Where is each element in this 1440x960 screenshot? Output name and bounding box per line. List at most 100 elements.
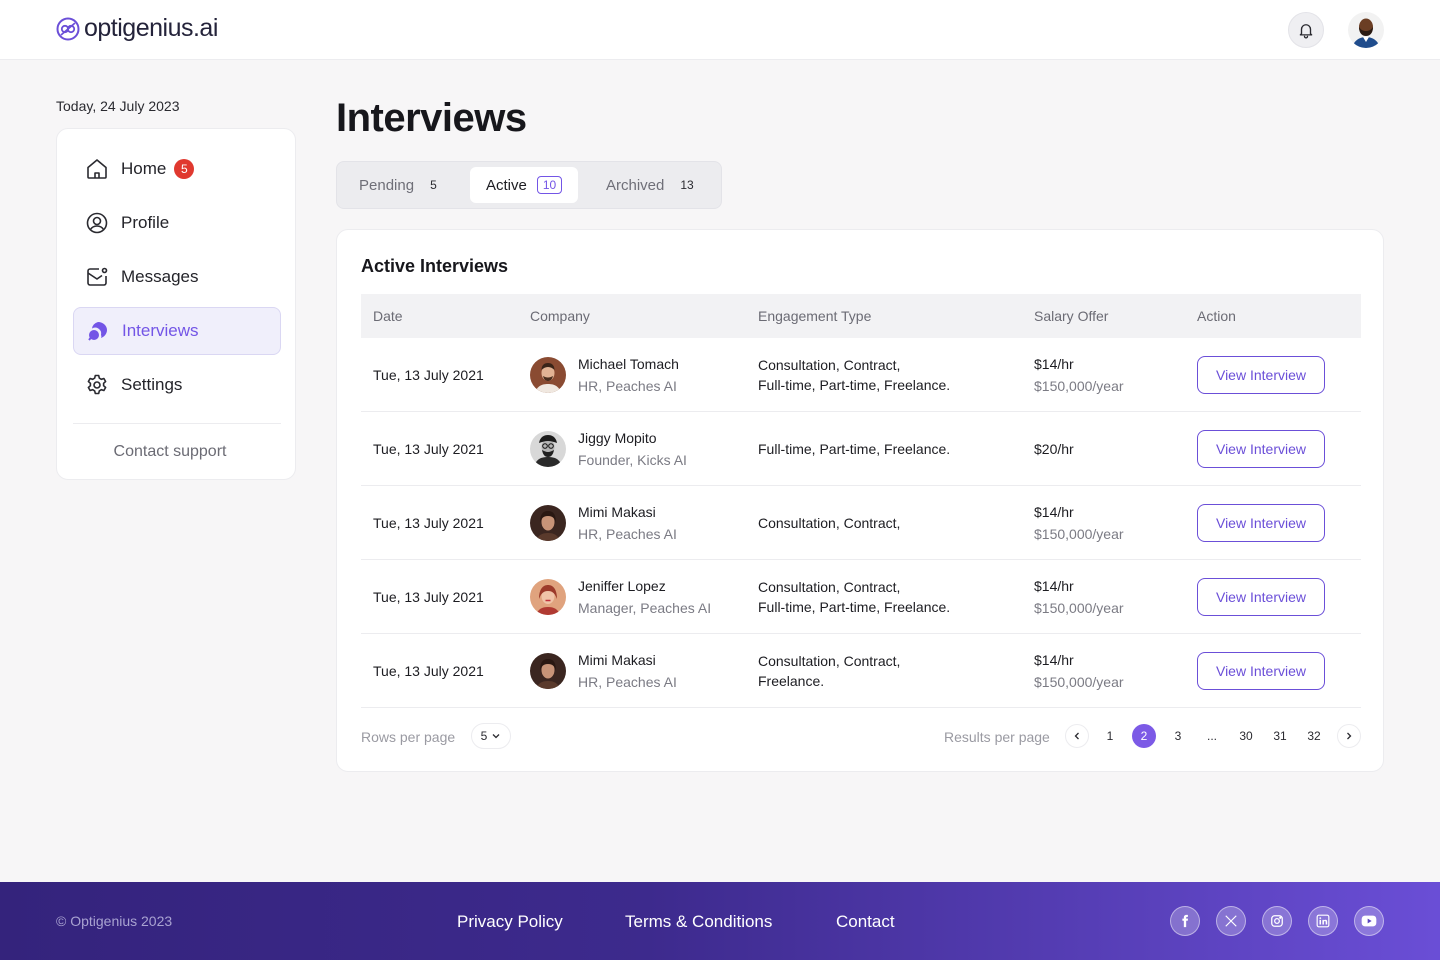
tab-label: Pending [359,176,415,194]
sidebar-divider [73,423,281,424]
sidebar-item-interviews[interactable]: Interviews [73,307,281,355]
sidebar-item-home[interactable]: Home 5 [73,145,281,193]
chevron-down-icon [492,734,500,739]
sidebar-item-label: Settings [121,375,183,394]
company-avatar [530,357,566,393]
today-date: Today, 24 July 2023 [56,98,180,114]
salary-hourly: $14/hr [1034,578,1074,594]
chevron-right-icon [1347,732,1352,740]
message-icon [85,265,109,289]
home-icon [85,157,109,181]
salary-hourly: $14/hr [1034,652,1074,668]
contact-link[interactable]: Contact [836,912,895,932]
salary-yearly: $150,000/year [1034,526,1124,542]
next-page-button[interactable] [1337,724,1361,748]
salary-hourly: $20/hr [1034,441,1074,457]
tab-pending[interactable]: Pending 5 [343,167,453,203]
table-row: Tue, 13 July 2021 Jiggy Mopito Founder, … [361,412,1361,486]
tab-archived[interactable]: Archived 13 [590,167,710,203]
user-circle-icon [85,211,109,235]
salary-hourly: $14/hr [1034,356,1074,372]
chat-bubbles-icon [86,319,110,343]
page-30[interactable]: 30 [1234,724,1258,748]
user-avatar[interactable] [1348,12,1384,48]
contact-role: HR, Peaches AI [578,674,677,690]
instagram-button[interactable] [1262,906,1292,936]
prev-page-button[interactable] [1065,724,1089,748]
column-header-action: Action [1197,308,1236,324]
interview-date: Tue, 13 July 2021 [373,515,484,531]
page-31[interactable]: 31 [1268,724,1292,748]
contact-role: Founder, Kicks AI [578,452,687,468]
page-title: Interviews [336,96,527,140]
contact-role: Manager, Peaches AI [578,600,712,616]
company-avatar [530,431,566,467]
column-header-date: Date [373,308,403,324]
engagement-type: Consultation, Contract, [758,579,901,595]
rows-per-page-select[interactable]: 5 [471,723,511,749]
linkedin-button[interactable] [1308,906,1338,936]
view-interview-button[interactable]: View Interview [1197,356,1325,394]
facebook-icon [1182,914,1189,928]
contact-name: Mimi Makasi [578,652,656,668]
brand-logo[interactable]: optigenius.ai [56,14,218,43]
logo-icon [56,17,80,40]
pagination-bar: Rows per page 5 Results per page 1 2 3 .… [361,723,1361,751]
table-row: Tue, 13 July 2021 Michael Tomach HR, Pea… [361,338,1361,412]
table-row: Tue, 13 July 2021 Jeniffer Lopez Manager… [361,560,1361,634]
page-1[interactable]: 1 [1098,724,1122,748]
page-32[interactable]: 32 [1302,724,1326,748]
sidebar-nav: Home 5 Profile Messages Interviews Setti… [56,128,296,480]
contact-role: HR, Peaches AI [578,526,677,542]
linkedin-icon [1316,914,1330,928]
view-interview-button[interactable]: View Interview [1197,578,1325,616]
notifications-button[interactable] [1288,12,1324,48]
salary-yearly: $150,000/year [1034,600,1124,616]
sidebar-item-settings[interactable]: Settings [73,361,281,409]
x-icon [1225,915,1237,927]
youtube-icon [1361,915,1377,927]
gear-icon [85,373,109,397]
salary-yearly: $150,000/year [1034,378,1124,394]
contact-name: Mimi Makasi [578,504,656,520]
page-3[interactable]: 3 [1166,724,1190,748]
instagram-icon [1271,915,1283,927]
interview-date: Tue, 13 July 2021 [373,367,484,383]
interview-date: Tue, 13 July 2021 [373,589,484,605]
engagement-type: Full-time, Part-time, Freelance. [758,599,951,615]
tab-active[interactable]: Active 10 [470,167,579,203]
engagement-type: Consultation, Contract, [758,515,901,531]
interview-date: Tue, 13 July 2021 [373,663,484,679]
engagement-type: Freelance. [758,673,825,689]
contact-name: Jeniffer Lopez [578,578,666,594]
view-interview-button[interactable]: View Interview [1197,504,1325,542]
tab-count: 10 [536,176,563,194]
youtube-button[interactable] [1354,906,1384,936]
sidebar-item-profile[interactable]: Profile [73,199,281,247]
contact-name: Michael Tomach [578,356,679,372]
salary-yearly: $150,000/year [1034,674,1124,690]
rows-per-page-value: 5 [480,729,488,743]
sidebar-item-messages[interactable]: Messages [73,253,281,301]
view-interview-button[interactable]: View Interview [1197,652,1325,690]
table-row: Tue, 13 July 2021 Mimi Makasi HR, Peache… [361,634,1361,708]
table-row: Tue, 13 July 2021 Mimi Makasi HR, Peache… [361,486,1361,560]
facebook-button[interactable] [1170,906,1200,936]
column-header-salary: Salary Offer [1034,308,1109,324]
card-title: Active Interviews [361,256,509,276]
page-ellipsis: ... [1206,729,1217,743]
interview-tabs: Pending 5 Active 10 Archived 13 [336,161,722,209]
privacy-policy-link[interactable]: Privacy Policy [457,912,563,932]
site-footer: © Optigenius 2023 Privacy Policy Terms &… [0,882,1440,960]
page-2[interactable]: 2 [1132,724,1156,748]
view-interview-button[interactable]: View Interview [1197,430,1325,468]
terms-link[interactable]: Terms & Conditions [625,912,772,932]
x-button[interactable] [1216,906,1246,936]
rows-per-page-label: Rows per page [361,729,456,745]
contact-support-link[interactable]: Contact support [57,443,283,461]
sidebar-item-label: Profile [121,213,170,232]
tab-label: Active [486,176,527,194]
company-avatar [530,653,566,689]
sidebar-item-label: Home [121,159,167,178]
logo-text: optigenius.ai [84,14,218,42]
